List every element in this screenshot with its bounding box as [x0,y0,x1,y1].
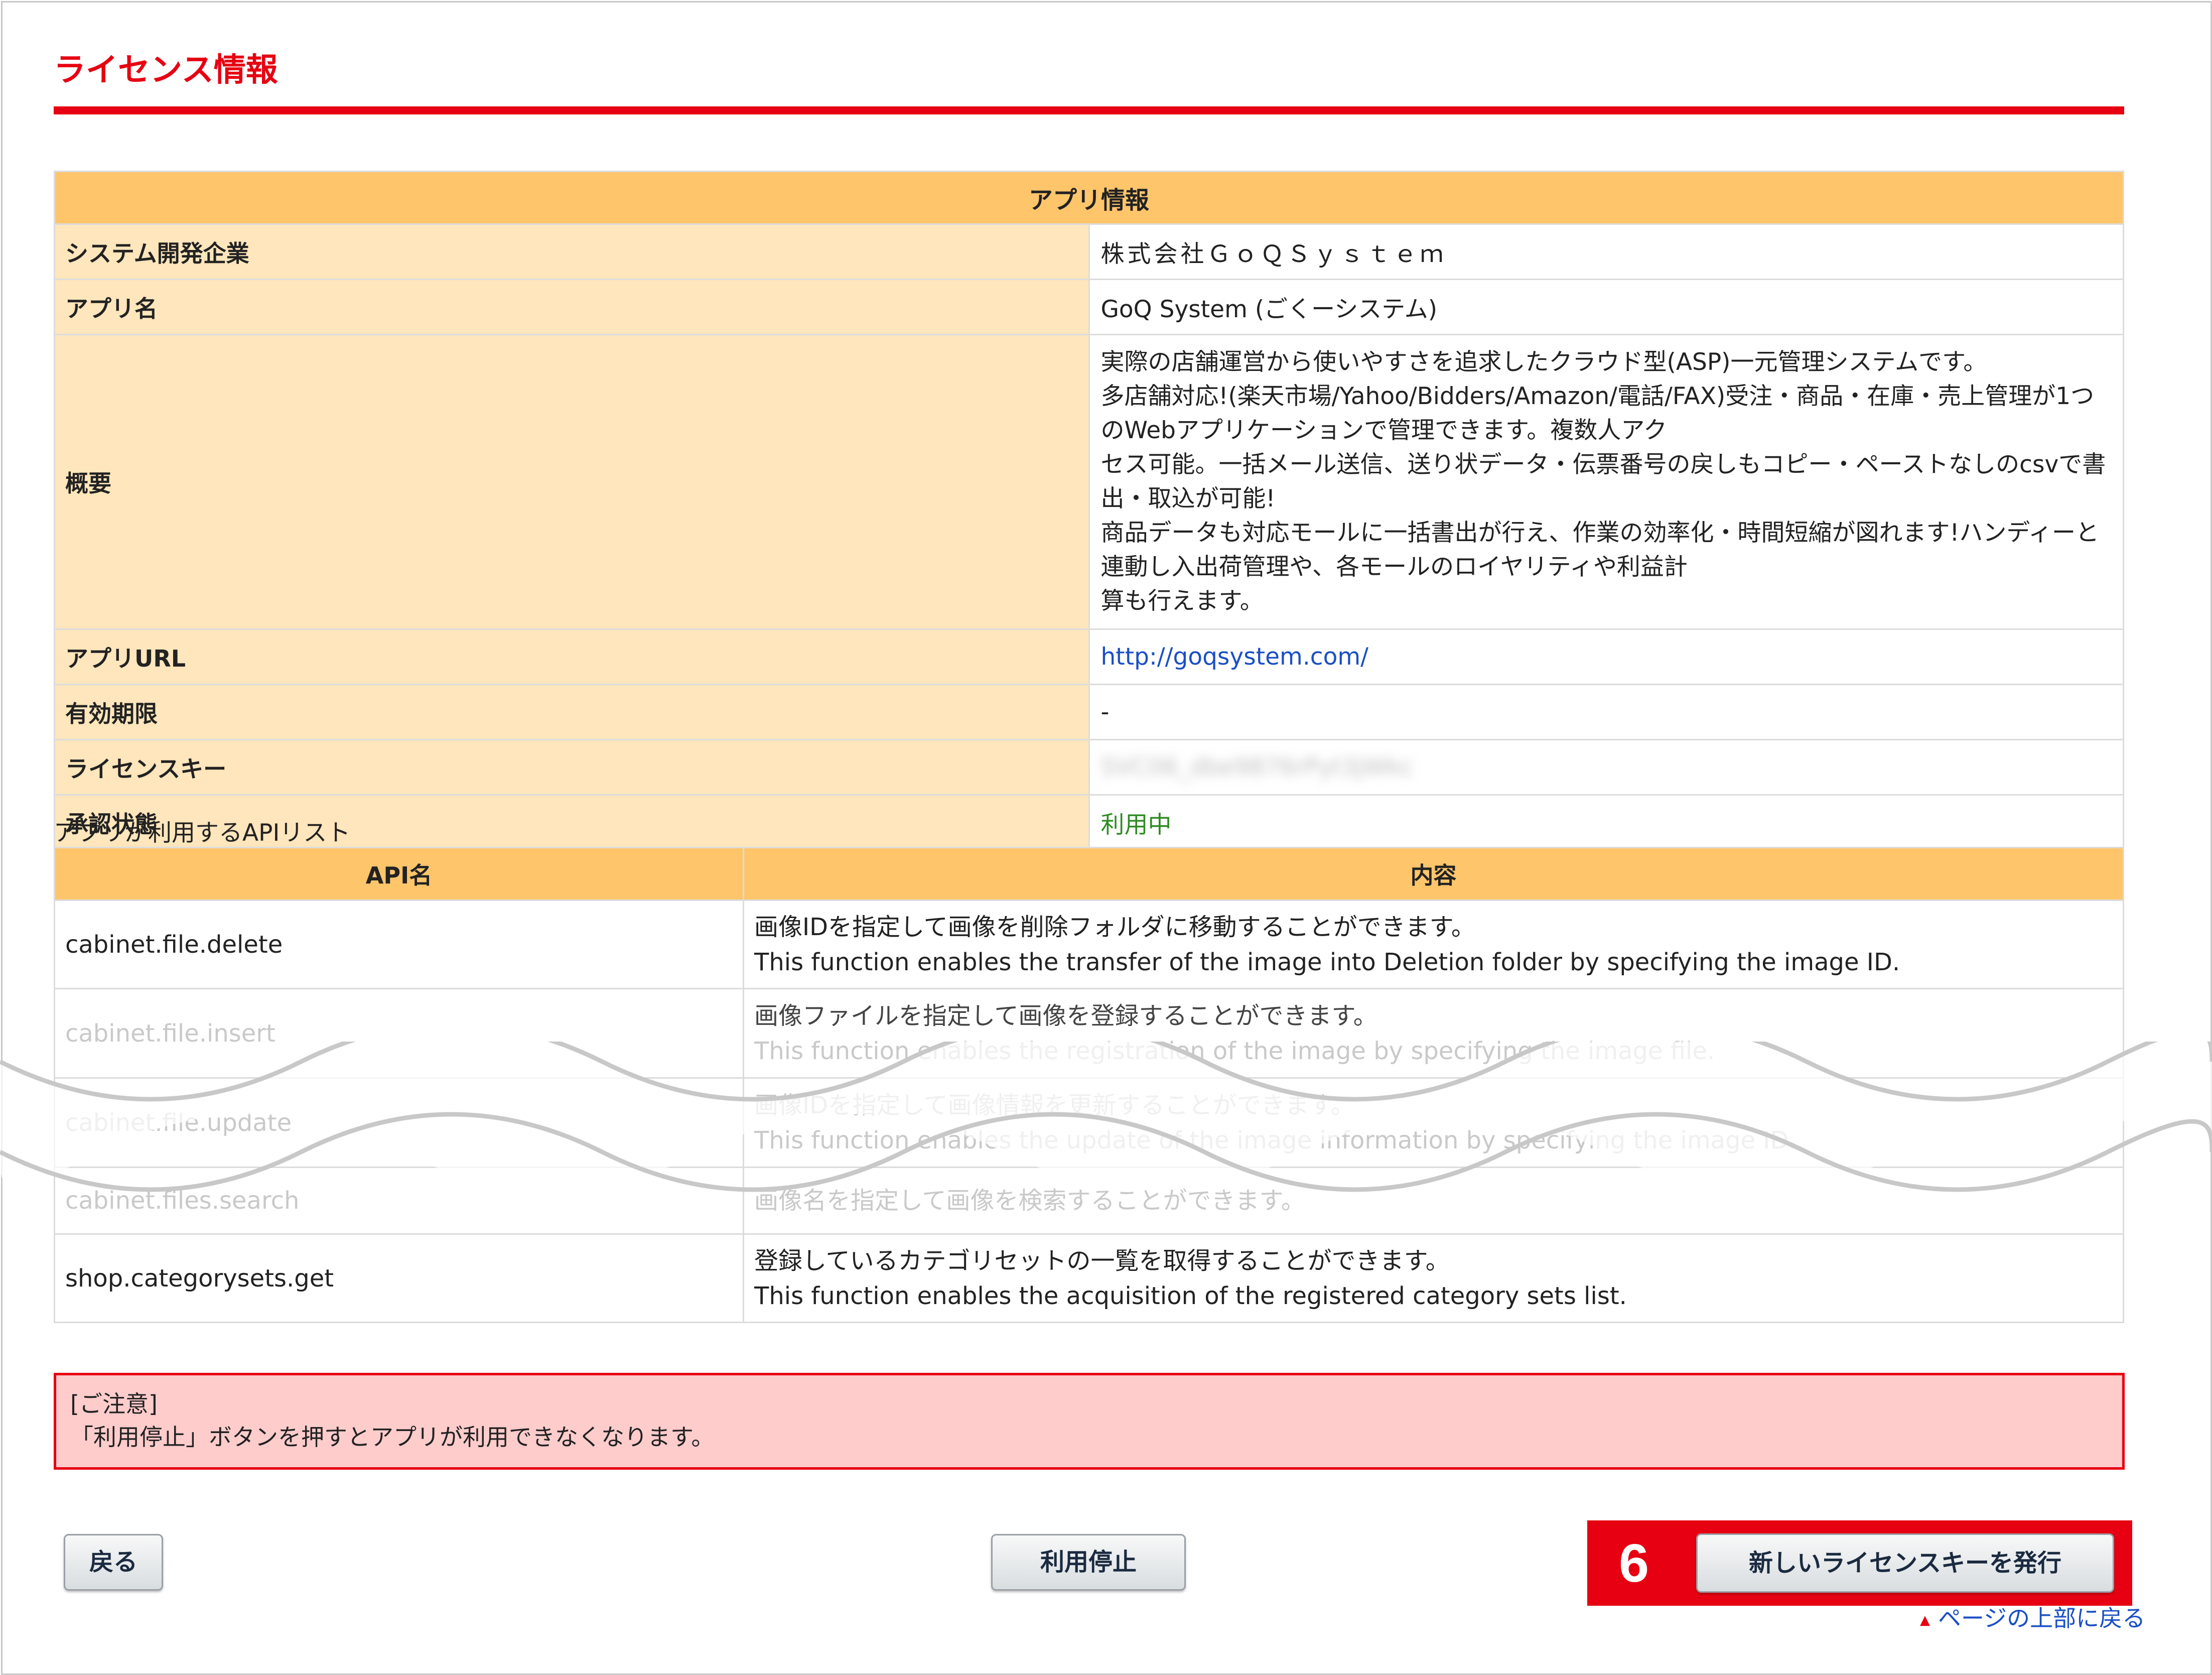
app-url-link[interactable]: http://goqsystem.com/ [1101,643,1368,671]
triangle-up-icon: ▲ [1920,1612,1930,1628]
api-desc-en: This function enables the transfer of th… [754,948,1900,976]
value-approval-status: 利用中 [1088,794,2124,851]
table-row: cabinet.file.delete 画像IDを指定して画像を削除フォルダに移… [54,899,2124,989]
app-info-header: アプリ情報 [54,171,2124,225]
table-row: ライセンスキー SVC06_dbe9876rPyt3jWkc [54,739,2124,796]
table-row: 有効期限 - [54,684,2124,740]
page-title: ライセンス情報 [54,52,278,89]
label-expiry: 有効期限 [54,684,1090,740]
back-button[interactable]: 戻る [64,1534,163,1591]
api-content: 画像IDを指定して画像を削除フォルダに移動することができます。 This fun… [743,899,2124,989]
notice-text: 「利用停止」ボタンを押すとアプリが利用できなくなります。 [70,1424,715,1451]
table-row: shop.categorysets.get 登録しているカテゴリセットの一覧を取… [54,1233,2124,1323]
label-app-name: アプリ名 [54,279,1090,335]
summary-line: 算も行えます。 [1100,587,1264,615]
table-row: アプリ名 GoQ System (ごくーシステム) [54,279,2124,335]
table-row: 概要 実際の店舗運営から使いやすさを追求したクラウド型(ASP)一元管理システム… [54,334,2124,630]
api-desc-en: This function enables the acquisition of… [754,1281,1627,1310]
api-name: cabinet.file.delete [54,899,744,989]
table-row: 承認状態 利用中 [54,794,2124,851]
notice-box: [ご注意] 「利用停止」ボタンを押すとアプリが利用できなくなります。 [54,1373,2125,1470]
api-desc-ja: 画像ファイルを指定して画像を登録することができます。 [754,1001,1377,1030]
label-developer: システム開発企業 [54,223,1090,280]
summary-line: 実際の店舗運営から使いやすさを追求したクラウド型(ASP)一元管理システムです。 [1100,348,1987,376]
stop-usage-button[interactable]: 利用停止 [991,1534,1186,1591]
api-desc-ja: 登録しているカテゴリセットの一覧を取得することができます。 [754,1246,1450,1275]
back-to-top-link[interactable]: ▲ ページの上部に戻る [1920,1600,2145,1633]
value-app-name: GoQ System (ごくーシステム) [1088,279,2124,335]
license-key-blurred: SVC06_dbe9876rPyt3jWkc [1100,753,1414,781]
value-expiry: - [1088,684,2124,740]
notice-title: [ご注意] [70,1390,158,1418]
api-content-header: 内容 [743,847,2124,901]
back-to-top-label: ページの上部に戻る [1938,1605,2146,1632]
title-underline [54,106,2124,114]
value-license-key: SVC06_dbe9876rPyt3jWkc [1088,739,2124,796]
label-summary: 概要 [54,334,1090,630]
summary-line: 商品データも対応モールに一括書出が行え、作業の効率化・時間短縮が図れます!ハンデ… [1100,519,2100,581]
value-summary: 実際の店舗運営から使いやすさを追求したクラウド型(ASP)一元管理システムです。… [1088,334,2124,630]
app-info-table: アプリ情報 システム開発企業 株式会社ＧｏＱＳｙｓｔｅｍ アプリ名 GoQ Sy… [54,171,2124,851]
omission-wave [0,1042,2212,1192]
table-row: システム開発企業 株式会社ＧｏＱＳｙｓｔｅｍ [54,223,2124,280]
api-name-header: API名 [54,847,744,901]
api-desc-ja: 画像IDを指定して画像を削除フォルダに移動することができます。 [754,913,1475,941]
summary-line: セス可能。一括メール送信、送り状データ・伝票番号の戻しもコピー・ペーストなしのc… [1100,451,2106,512]
value-developer: 株式会社ＧｏＱＳｙｓｔｅｍ [1088,223,2124,280]
step-number-badge: 6 [1618,1532,1649,1593]
api-content: 登録しているカテゴリセットの一覧を取得することができます。 This funct… [743,1233,2124,1323]
table-row: アプリURL http://goqsystem.com/ [54,628,2124,685]
issue-new-license-key-button[interactable]: 新しいライセンスキーを発行 [1696,1533,2114,1593]
api-list-caption: アプリが利用するAPIリスト [54,819,351,847]
label-app-url: アプリURL [54,628,1090,685]
summary-line: 多店舗対応!(楽天市場/Yahoo/Bidders/Amazon/電話/FAX)… [1100,382,2095,444]
value-app-url: http://goqsystem.com/ [1088,628,2124,685]
api-name: shop.categorysets.get [54,1233,744,1323]
label-license-key: ライセンスキー [54,739,1090,796]
